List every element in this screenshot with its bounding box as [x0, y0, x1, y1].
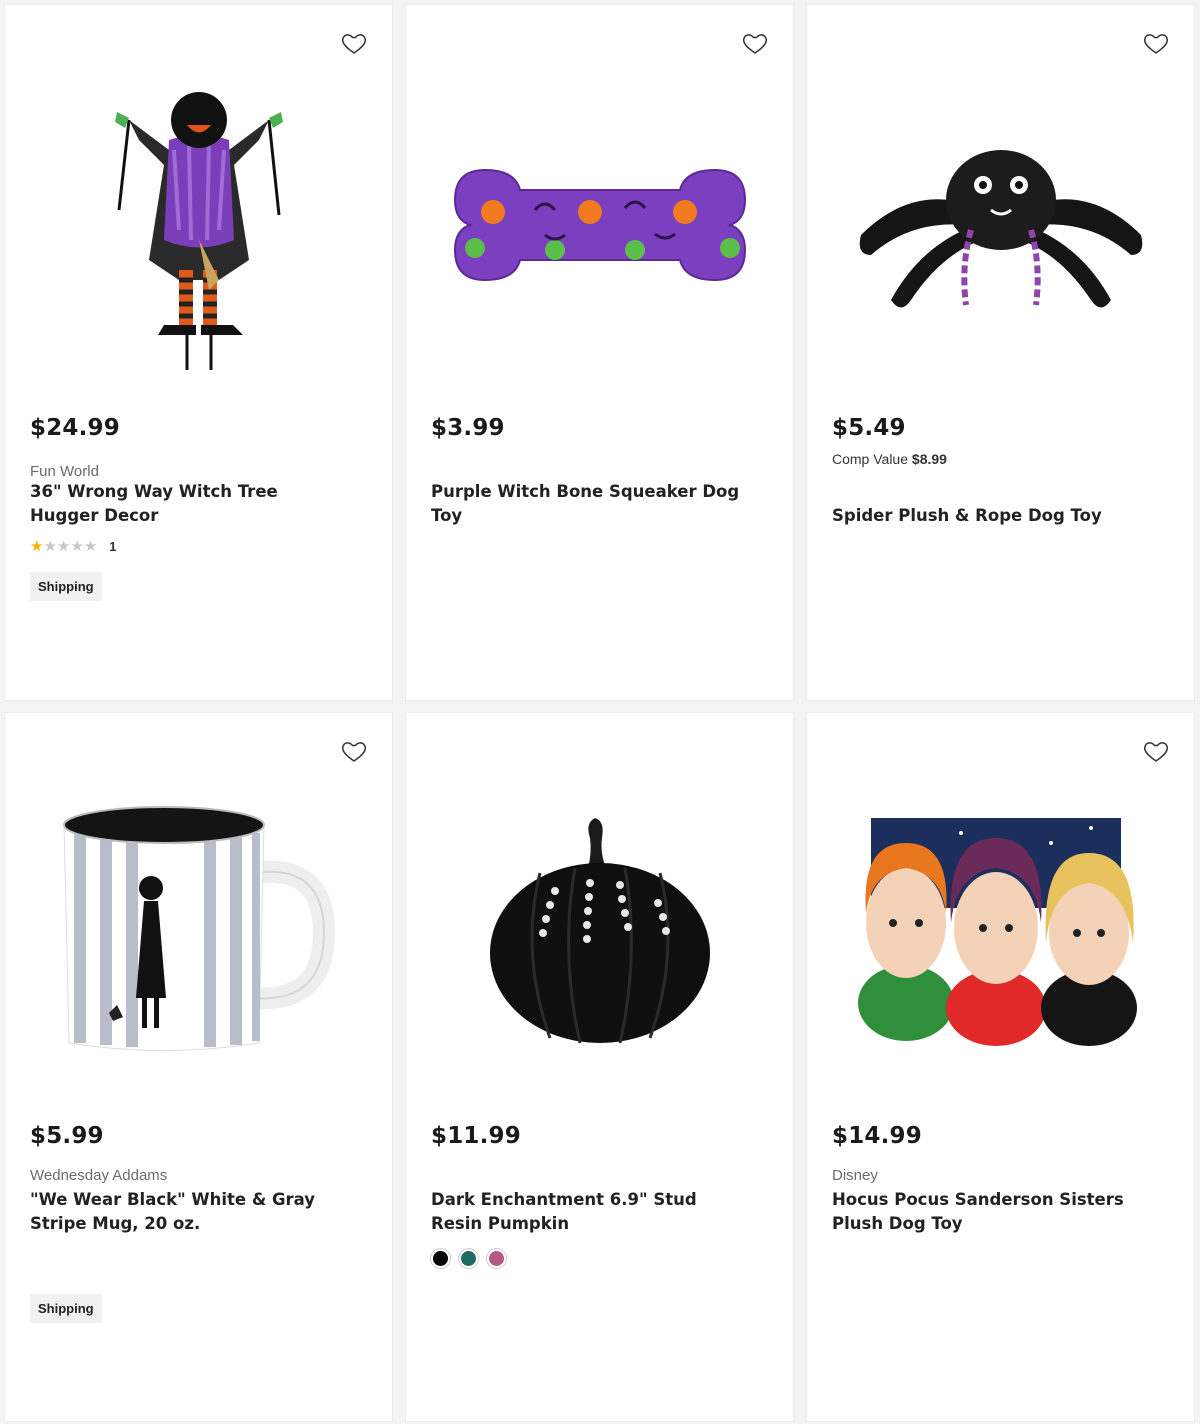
- witch-tree-hugger-image[interactable]: [5, 65, 392, 385]
- heart-icon[interactable]: [340, 29, 368, 57]
- heart-icon[interactable]: [1142, 737, 1170, 765]
- product-card[interactable]: $11.99 Dark Enchantment 6.9" Stud Resin …: [405, 712, 794, 1422]
- comp-value: Comp Value $8.99: [832, 451, 947, 467]
- product-name[interactable]: Spider Plush & Rope Dog Toy: [832, 504, 1152, 528]
- product-price: $5.99: [30, 1123, 104, 1149]
- product-card[interactable]: $5.99 Wednesday Addams "We Wear Black" W…: [4, 712, 393, 1422]
- shipping-badge: Shipping: [30, 1294, 102, 1323]
- comp-value-label: Comp Value: [832, 451, 909, 467]
- sanderson-sisters-plush-image[interactable]: [807, 773, 1194, 1093]
- swatch-teal[interactable]: [459, 1249, 478, 1268]
- product-name[interactable]: Hocus Pocus Sanderson Sisters Plush Dog …: [832, 1188, 1152, 1236]
- product-name[interactable]: Purple Witch Bone Squeaker Dog Toy: [431, 480, 751, 528]
- heart-icon[interactable]: [741, 29, 769, 57]
- product-price: $3.99: [431, 415, 505, 441]
- star-empty-icon: ★: [83, 538, 98, 555]
- swatch-black[interactable]: [431, 1249, 450, 1268]
- comp-value-amount: $8.99: [911, 451, 947, 467]
- swatch-mauve[interactable]: [487, 1249, 506, 1268]
- heart-icon[interactable]: [1142, 29, 1170, 57]
- product-name[interactable]: "We Wear Black" White & Gray Stripe Mug,…: [30, 1188, 350, 1236]
- product-brand: Wednesday Addams: [30, 1167, 168, 1184]
- product-card[interactable]: $14.99 Disney Hocus Pocus Sanderson Sist…: [806, 712, 1195, 1422]
- product-price: $14.99: [832, 1123, 922, 1149]
- product-rating[interactable]: ★ ★ ★ ★ ★ 1: [30, 539, 117, 554]
- star-empty-icon: ★: [43, 538, 57, 555]
- star-filled-icon: ★: [30, 538, 44, 555]
- star-empty-icon: ★: [56, 538, 71, 555]
- product-brand: Fun World: [30, 463, 99, 480]
- heart-icon[interactable]: [340, 737, 368, 765]
- shipping-badge: Shipping: [30, 572, 102, 601]
- color-swatches: [431, 1249, 506, 1268]
- spider-plush-image[interactable]: [807, 65, 1194, 385]
- product-brand: Disney: [832, 1167, 878, 1184]
- product-price: $5.49: [832, 415, 906, 441]
- product-price: $11.99: [431, 1123, 521, 1149]
- product-name[interactable]: 36" Wrong Way Witch Tree Hugger Decor: [30, 480, 350, 528]
- rating-count: 1: [109, 539, 117, 554]
- product-card[interactable]: $24.99 Fun World 36" Wrong Way Witch Tre…: [4, 4, 393, 701]
- black-pumpkin-image[interactable]: [406, 773, 793, 1093]
- product-name[interactable]: Dark Enchantment 6.9" Stud Resin Pumpkin: [431, 1188, 751, 1236]
- purple-bone-toy-image[interactable]: [406, 65, 793, 385]
- product-card[interactable]: $3.99 Purple Witch Bone Squeaker Dog Toy: [405, 4, 794, 701]
- star-empty-icon: ★: [70, 538, 84, 555]
- product-price: $24.99: [30, 415, 120, 441]
- wednesday-mug-image[interactable]: [5, 773, 392, 1093]
- product-card[interactable]: $5.49 Comp Value $8.99 Spider Plush & Ro…: [806, 4, 1195, 701]
- product-grid: $24.99 Fun World 36" Wrong Way Witch Tre…: [0, 0, 1200, 1424]
